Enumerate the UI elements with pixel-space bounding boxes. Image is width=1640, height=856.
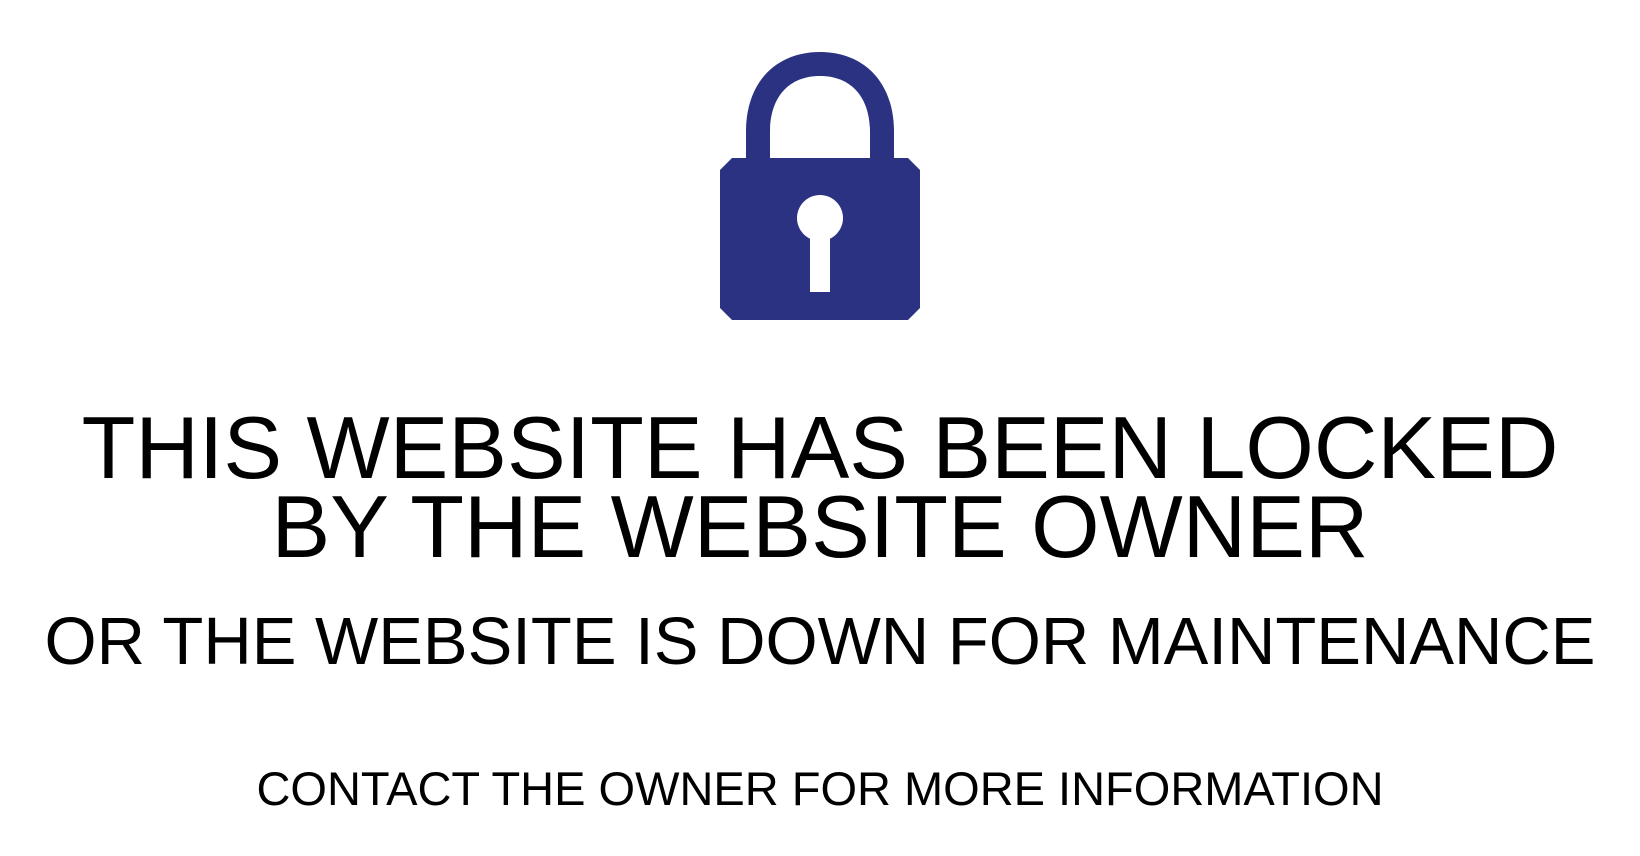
contact-owner-message: CONTACT THE OWNER FOR MORE INFORMATION: [256, 762, 1384, 815]
locked-title-line-2: BY THE WEBSITE OWNER: [271, 477, 1369, 576]
locked-page: THIS WEBSITE HAS BEEN LOCKED BY THE WEBS…: [0, 0, 1640, 856]
lock-icon: [720, 52, 920, 320]
locked-title-line-1: THIS WEBSITE HAS BEEN LOCKED: [81, 398, 1559, 497]
maintenance-message: OR THE WEBSITE IS DOWN FOR MAINTENANCE: [44, 604, 1596, 679]
